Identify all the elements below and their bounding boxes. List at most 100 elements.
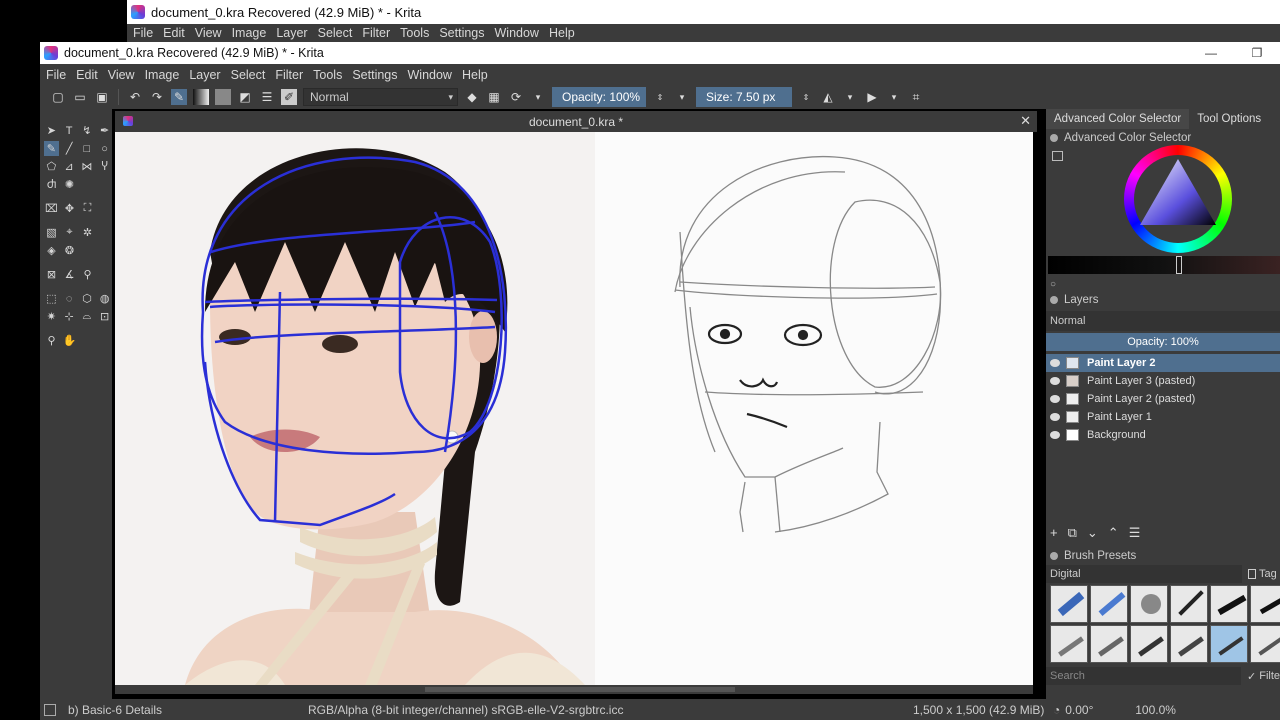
brush-preset[interactable] bbox=[1170, 585, 1208, 623]
chevron-down-icon[interactable]: ▾ bbox=[886, 89, 902, 105]
multibrush-icon[interactable]: ✺ bbox=[62, 177, 77, 192]
scroll-thumb[interactable] bbox=[425, 687, 735, 692]
color-selector-settings-icon[interactable] bbox=[1052, 151, 1063, 161]
blend-mode-select[interactable]: Normal ▾ bbox=[303, 88, 458, 106]
bg-menu-filter[interactable]: Filter bbox=[362, 26, 390, 40]
pattern-icon[interactable] bbox=[215, 89, 231, 105]
opacity-slider[interactable]: Opacity: 100% bbox=[552, 87, 646, 107]
reload-preset-icon[interactable]: ⟳ bbox=[508, 89, 524, 105]
menu-edit[interactable]: Edit bbox=[76, 68, 98, 82]
rect-select-icon[interactable]: ⬚ bbox=[44, 291, 59, 306]
layer-properties-icon[interactable]: ☰ bbox=[1129, 525, 1141, 541]
brush-preset[interactable] bbox=[1090, 625, 1128, 663]
fill-tool-icon[interactable]: ◈ bbox=[44, 243, 59, 258]
color-triangle[interactable] bbox=[1124, 145, 1232, 253]
brush-preset[interactable] bbox=[1170, 625, 1208, 663]
layer-row[interactable]: Paint Layer 2 (pasted) bbox=[1046, 390, 1280, 408]
preserve-alpha-icon[interactable]: ▦ bbox=[486, 89, 502, 105]
menu-help[interactable]: Help bbox=[462, 68, 488, 82]
polygon-select-icon[interactable]: ⬡ bbox=[80, 291, 95, 306]
menu-layer[interactable]: Layer bbox=[189, 68, 220, 82]
freehand-path-icon[interactable]: Ⴤ bbox=[97, 159, 112, 174]
layer-row[interactable]: Paint Layer 3 (pasted) bbox=[1046, 372, 1280, 390]
crop-icon[interactable]: ⌧ bbox=[44, 201, 59, 216]
contiguous-select-icon[interactable]: ✷ bbox=[44, 309, 59, 324]
window-titlebar[interactable]: document_0.kra Recovered (42.9 MiB) * - … bbox=[40, 42, 1280, 64]
brush-preset[interactable] bbox=[1050, 585, 1088, 623]
ellipse-select-icon[interactable]: ◌ bbox=[62, 291, 77, 306]
bezier-tool-icon[interactable]: ⋈ bbox=[80, 159, 95, 174]
tab-tool-options[interactable]: Tool Options bbox=[1189, 109, 1269, 129]
freehand-select-icon[interactable]: ◍ bbox=[97, 291, 112, 306]
bg-menu-tools[interactable]: Tools bbox=[400, 26, 429, 40]
brush-preset[interactable] bbox=[1090, 585, 1128, 623]
edit-shapes-icon[interactable]: ↯ bbox=[80, 123, 95, 138]
text-tool-icon[interactable]: T bbox=[62, 123, 77, 138]
filter-checkbox[interactable]: ✓ Filte bbox=[1247, 670, 1280, 683]
zoom-level[interactable]: 100.0% bbox=[1135, 703, 1185, 717]
size-slider[interactable]: Size: 7.50 px bbox=[696, 87, 792, 107]
chevron-down-icon[interactable]: ▾ bbox=[842, 89, 858, 105]
line-tool-icon[interactable]: ╱ bbox=[62, 141, 77, 156]
tab-advanced-color-selector[interactable]: Advanced Color Selector bbox=[1046, 109, 1190, 129]
horizontal-scrollbar[interactable] bbox=[115, 685, 1033, 694]
menu-image[interactable]: Image bbox=[145, 68, 180, 82]
brush-preset-icon[interactable]: ✐ bbox=[281, 89, 297, 105]
drawing-canvas[interactable] bbox=[115, 132, 1033, 685]
layer-row[interactable]: Paint Layer 2 bbox=[1046, 354, 1280, 372]
layers-opacity-slider[interactable]: Opacity: 100% bbox=[1046, 333, 1280, 351]
eye-icon[interactable] bbox=[1050, 395, 1060, 403]
rotation-icon[interactable]: ◔ bbox=[1053, 703, 1060, 717]
new-document-icon[interactable]: ▢ bbox=[50, 89, 66, 105]
brush-status-icon[interactable] bbox=[44, 703, 56, 716]
brush-preset[interactable] bbox=[1050, 625, 1088, 663]
gradient-tool-icon[interactable]: ▧ bbox=[44, 225, 59, 240]
close-icon[interactable]: ✕ bbox=[1020, 113, 1031, 129]
refresh-icon[interactable]: ○ bbox=[1050, 279, 1056, 290]
brush-editor-icon[interactable]: ✎ bbox=[171, 89, 187, 105]
calligraphy-icon[interactable]: ✒ bbox=[97, 123, 112, 138]
docker-toggle-icon[interactable] bbox=[1050, 134, 1058, 142]
bg-menu-help[interactable]: Help bbox=[549, 26, 575, 40]
pan-tool-icon[interactable]: ✋ bbox=[62, 333, 77, 348]
bg-menu-layer[interactable]: Layer bbox=[276, 26, 307, 40]
menu-tools[interactable]: Tools bbox=[313, 68, 342, 82]
bg-menu-view[interactable]: View bbox=[195, 26, 222, 40]
eye-icon[interactable] bbox=[1050, 413, 1060, 421]
color-history-bar[interactable] bbox=[1048, 256, 1280, 274]
mirror-vertical-icon[interactable]: ▶ bbox=[864, 89, 880, 105]
add-layer-icon[interactable]: + bbox=[1050, 525, 1058, 541]
ellipse-tool-icon[interactable]: ○ bbox=[97, 141, 112, 156]
select-shapes-icon[interactable]: ➤ bbox=[44, 123, 59, 138]
eye-icon[interactable] bbox=[1050, 377, 1060, 385]
layer-row[interactable]: Background bbox=[1046, 426, 1280, 444]
reference-images-icon[interactable]: ⚲ bbox=[80, 267, 95, 282]
brush-preset[interactable] bbox=[1130, 585, 1168, 623]
background-window-titlebar[interactable]: document_0.kra Recovered (42.9 MiB) * - … bbox=[127, 0, 1280, 24]
move-layer-down-icon[interactable]: ⌄ bbox=[1087, 525, 1098, 541]
tag-button[interactable]: Tag bbox=[1248, 568, 1277, 580]
brush-preset[interactable] bbox=[1250, 625, 1280, 663]
bg-menu-file[interactable]: File bbox=[133, 26, 153, 40]
bg-menu-select[interactable]: Select bbox=[318, 26, 353, 40]
opacity-stepper-icon[interactable]: ⇕ bbox=[652, 89, 668, 105]
zoom-tool-icon[interactable]: ⚲ bbox=[44, 333, 59, 348]
gradient-icon[interactable] bbox=[193, 89, 209, 105]
save-icon[interactable]: ▣ bbox=[94, 89, 110, 105]
similar-select-icon[interactable]: ⊹ bbox=[62, 309, 77, 324]
dynamic-brush-icon[interactable]: Ⴛ bbox=[44, 177, 59, 192]
open-folder-icon[interactable]: ▭ bbox=[72, 89, 88, 105]
redo-icon[interactable]: ↷ bbox=[149, 89, 165, 105]
chevron-down-icon[interactable]: ▾ bbox=[674, 89, 690, 105]
docker-toggle-icon[interactable] bbox=[1050, 552, 1058, 560]
restore-button[interactable]: ❐ bbox=[1234, 46, 1280, 60]
size-stepper-icon[interactable]: ⇕ bbox=[798, 89, 814, 105]
transform-tool-icon[interactable]: ⛶ bbox=[80, 201, 95, 216]
canvas-tab[interactable]: document_0.kra * ✕ bbox=[115, 111, 1037, 132]
bg-menu-window[interactable]: Window bbox=[495, 26, 539, 40]
move-tool-icon[interactable]: ✥ bbox=[62, 201, 77, 216]
measure-tool-icon[interactable]: ∡ bbox=[62, 267, 77, 282]
brush-preset[interactable] bbox=[1250, 585, 1280, 623]
chevron-down-icon[interactable]: ▾ bbox=[530, 89, 546, 105]
eraser-icon[interactable]: ◆ bbox=[464, 89, 480, 105]
